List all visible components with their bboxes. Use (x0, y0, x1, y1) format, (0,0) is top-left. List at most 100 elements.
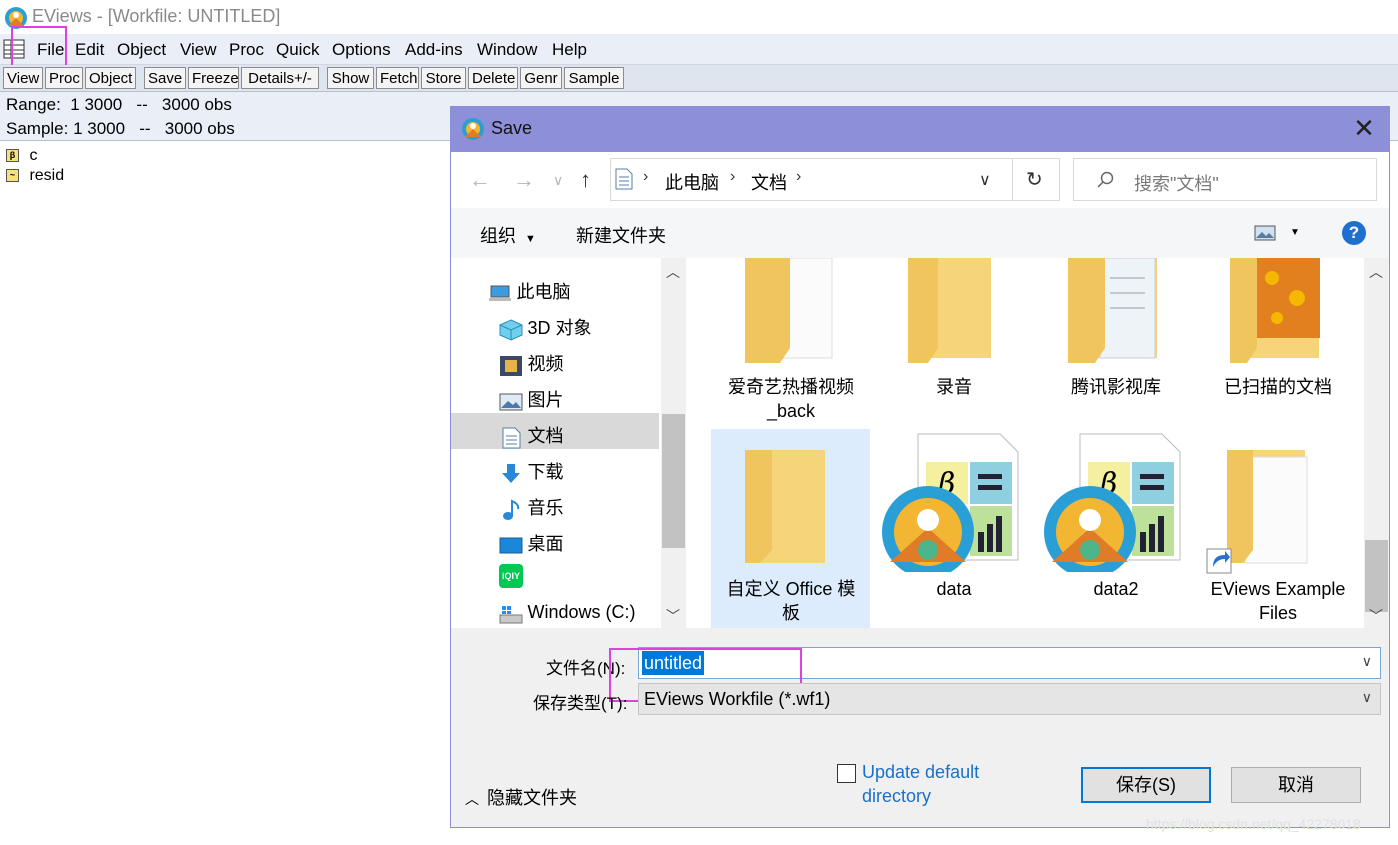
range-text[interactable]: Range: 1 3000 -- 3000 obs (6, 95, 232, 115)
caret-down-icon[interactable]: ▼ (1290, 227, 1300, 238)
file-label-3[interactable]: 腾讯影视库 (1036, 375, 1196, 399)
nav-label: 下载 (527, 462, 564, 482)
back-arrow-icon[interactable]: ← (469, 167, 491, 193)
nav-label: 桌面 (527, 534, 564, 554)
breadcrumb-documents[interactable]: 文档 (751, 169, 787, 195)
filetype-select[interactable]: EViews Workfile (*.wf1) ∨ (638, 683, 1381, 715)
nav-item-this-pc[interactable]: 此电脑 (488, 278, 570, 304)
scroll-down-icon[interactable]: ﹀ (1369, 606, 1383, 626)
file-label-1[interactable]: 爱奇艺热播视频 _back (711, 375, 871, 423)
chevron-right-icon[interactable]: › (796, 168, 801, 186)
menu-proc[interactable]: Proc (229, 40, 264, 60)
nav-label: 此电脑 (516, 282, 571, 302)
new-folder-button[interactable]: 新建文件夹 (576, 222, 666, 248)
file-name-line: 板 (782, 603, 800, 623)
folder-icon[interactable] (740, 258, 840, 370)
close-icon[interactable]: ✕ (1352, 115, 1376, 141)
document-icon (615, 168, 633, 190)
folder-icon[interactable] (903, 258, 1003, 370)
menu-addins[interactable]: Add-ins (405, 40, 463, 60)
tb-genr-button[interactable]: Genr (520, 67, 562, 89)
scroll-down-icon[interactable]: ﹀ (666, 606, 680, 626)
nav-scroll-thumb[interactable] (662, 414, 685, 548)
nav-item-music[interactable]: 音乐 (499, 494, 563, 521)
tb-save-button[interactable]: Save (144, 67, 186, 89)
drive-icon (499, 605, 523, 624)
menu-quick[interactable]: Quick (276, 40, 319, 60)
tb-freeze-button[interactable]: Freeze (188, 67, 239, 89)
nav-item-3d-objects[interactable]: 3D 对象 (499, 314, 591, 341)
file-label-6[interactable]: data (874, 577, 1034, 601)
up-arrow-icon[interactable]: ↑ (580, 167, 591, 193)
scroll-up-icon[interactable]: ︿ (666, 262, 680, 282)
file-label-5[interactable]: 自定义 Office 模 板 (711, 577, 871, 625)
file-name-line: 腾讯影视库 (1071, 377, 1161, 397)
nav-item-pictures[interactable]: 图片 (499, 386, 563, 412)
help-icon[interactable]: ? (1342, 221, 1366, 245)
eviews-file-icon[interactable]: β (880, 432, 1020, 572)
tb-object-button[interactable]: Object (85, 67, 136, 89)
file-name-line: EViews Example (1210, 579, 1346, 599)
nav-item-videos[interactable]: 视频 (499, 350, 563, 377)
breadcrumb-this-pc[interactable]: 此电脑 (665, 169, 719, 195)
menu-edit[interactable]: Edit (75, 40, 104, 60)
organize-button[interactable]: 组织 ▼ (480, 222, 536, 248)
view-options-icon[interactable] (1254, 225, 1276, 241)
nav-label: 图片 (527, 390, 564, 410)
file-name-line: data (936, 579, 972, 599)
computer-icon (489, 285, 511, 301)
nav-item-downloads[interactable]: 下载 (499, 458, 563, 485)
folder-icon[interactable] (1227, 258, 1327, 370)
folder-icon[interactable] (740, 445, 840, 565)
cube-icon (499, 319, 523, 341)
nav-label: 音乐 (527, 498, 564, 518)
workfile-object-c[interactable]: β c (6, 147, 37, 165)
recent-dropdown-icon[interactable]: ∨ (553, 172, 563, 189)
nav-item-windows-c[interactable]: Windows (C:) (499, 602, 635, 625)
chevron-right-icon: › (643, 168, 649, 185)
menu-view[interactable]: View (180, 40, 217, 60)
workfile-object-resid[interactable]: ~ resid (6, 167, 64, 185)
chevron-down-icon[interactable]: ∨ (1362, 653, 1372, 670)
tb-proc-button[interactable]: Proc (45, 67, 83, 89)
file-scroll-thumb[interactable] (1365, 540, 1388, 612)
menu-object[interactable]: Object (117, 40, 166, 60)
watermark-text: https://blog.csdn.net/qq_42278018 (1146, 816, 1361, 832)
tb-store-button[interactable]: Store (421, 67, 466, 89)
folder-icon[interactable] (1065, 258, 1165, 370)
file-name-line: 自定义 Office 模 (726, 579, 856, 599)
menu-options[interactable]: Options (332, 40, 391, 60)
save-button[interactable]: 保存(S) (1081, 767, 1211, 803)
file-label-8[interactable]: EViews Example Files (1198, 577, 1358, 625)
file-label-4[interactable]: 已扫描的文档 (1198, 375, 1358, 399)
file-label-2[interactable]: 录音 (874, 375, 1034, 399)
scroll-up-icon[interactable]: ︿ (1369, 262, 1383, 282)
search-input[interactable] (1073, 158, 1377, 201)
iqiyi-icon[interactable]: iQIY (499, 564, 523, 588)
chevron-down-icon[interactable]: ∨ (979, 170, 991, 190)
nav-item-desktop[interactable]: 桌面 (499, 530, 563, 556)
file-label-7[interactable]: data2 (1036, 577, 1196, 601)
refresh-icon[interactable]: ↻ (1026, 167, 1043, 192)
folder-shortcut-icon[interactable] (1205, 445, 1315, 575)
tb-show-button[interactable]: Show (327, 67, 374, 89)
tb-view-button[interactable]: View (3, 67, 43, 89)
tb-sample-button[interactable]: Sample (564, 67, 624, 89)
update-default-checkbox[interactable] (837, 764, 856, 783)
tb-delete-button[interactable]: Delete (468, 67, 518, 89)
nav-label: Windows (C:) (527, 602, 636, 622)
desktop-icon (499, 537, 523, 554)
menu-help[interactable]: Help (552, 40, 587, 60)
nav-item-documents[interactable]: 文档 (499, 422, 563, 449)
tb-details-button[interactable]: Details+/- (241, 67, 319, 89)
file-name-line: data2 (1093, 579, 1139, 599)
forward-arrow-icon[interactable]: → (513, 167, 535, 193)
sample-text[interactable]: Sample: 1 3000 -- 3000 obs (6, 119, 235, 139)
hide-folders-toggle[interactable]: ︿ 隐藏文件夹 (465, 784, 577, 810)
tb-fetch-button[interactable]: Fetch (376, 67, 419, 89)
menu-window[interactable]: Window (477, 40, 537, 60)
eviews-file-icon[interactable]: β (1042, 432, 1182, 572)
cancel-button[interactable]: 取消 (1231, 767, 1361, 803)
caret-down-icon: ▼ (525, 233, 536, 245)
update-default-label[interactable]: Update default directory (862, 760, 979, 808)
